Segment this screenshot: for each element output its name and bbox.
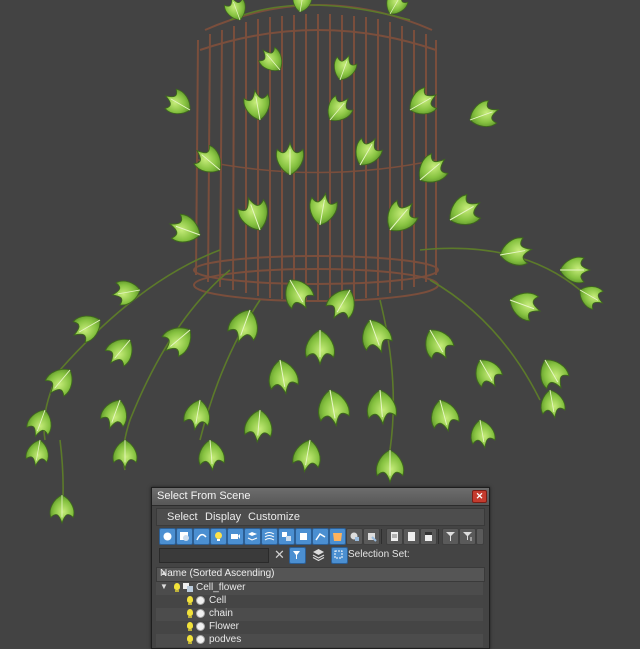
foliage [23, 0, 609, 524]
filter-icon[interactable] [442, 528, 459, 545]
tree-row-chain[interactable]: chain [156, 608, 483, 621]
object-icon [196, 609, 205, 618]
find-input[interactable] [159, 548, 269, 563]
clear-find-icon[interactable]: ✕ [274, 547, 285, 563]
dialog-title: Select From Scene [157, 490, 251, 502]
display-shapes-icon[interactable] [193, 528, 210, 545]
select-all-icon[interactable] [386, 528, 403, 545]
tree-row-label: Cell [209, 595, 227, 606]
tree-row-label: Flower [209, 621, 240, 632]
menu-customize[interactable]: Customize [248, 511, 300, 523]
object-icon [196, 596, 205, 605]
hierarchy-icon[interactable] [459, 528, 476, 545]
display-geometry-icon[interactable] [176, 528, 193, 545]
display-hidden-icon[interactable] [363, 528, 380, 545]
tree-row-cell-flower[interactable]: ▼ Cell_flower [156, 582, 483, 595]
name-column-header[interactable]: Name (Sorted Ascending) ▲ [156, 567, 485, 582]
close-button[interactable]: ✕ [472, 490, 487, 503]
tree-row-label: chain [209, 608, 233, 619]
menu-display[interactable]: Display [205, 511, 241, 523]
tree-row-label: Cell_flower [196, 582, 246, 593]
tree-row-cell[interactable]: Cell [156, 595, 483, 608]
display-cameras-icon[interactable] [227, 528, 244, 545]
select-none-icon[interactable] [403, 528, 420, 545]
display-toolbar [156, 526, 484, 548]
light-bulb-icon[interactable] [174, 583, 180, 592]
dialog-titlebar[interactable]: Select From Scene ✕ [152, 488, 489, 506]
vine-stems [43, 4, 581, 516]
selection-set-icon[interactable] [331, 547, 348, 564]
layers-icon[interactable] [311, 547, 326, 562]
collapse-icon[interactable]: ▼ [160, 582, 168, 591]
display-helpers-icon[interactable] [244, 528, 261, 545]
display-lights-icon[interactable] [210, 528, 227, 545]
light-bulb-icon[interactable] [187, 596, 193, 605]
selection-set-label: Selection Set: [348, 549, 410, 560]
object-icon [196, 622, 205, 631]
find-case-icon[interactable] [289, 547, 306, 564]
columns-icon[interactable] [476, 528, 484, 545]
display-spacewarps-icon[interactable] [261, 528, 278, 545]
display-groups-icon[interactable] [278, 528, 295, 545]
birdcage [193, 4, 439, 302]
light-bulb-icon[interactable] [187, 635, 193, 644]
menu-select[interactable]: Select [167, 511, 198, 523]
display-bones-icon[interactable] [312, 528, 329, 545]
group-icon [183, 583, 193, 592]
select-from-scene-dialog: Select From Scene ✕ Select Display Custo… [151, 487, 490, 649]
display-frozen-icon[interactable] [346, 528, 363, 545]
light-bulb-icon[interactable] [187, 622, 193, 631]
light-bulb-icon[interactable] [187, 609, 193, 618]
select-invert-icon[interactable] [420, 528, 437, 545]
scene-tree: ▼ Cell_flower Cell chain Flower podves [156, 582, 483, 648]
display-xrefs-icon[interactable] [295, 528, 312, 545]
tree-row-podves[interactable]: podves [156, 634, 483, 647]
display-containers-icon[interactable] [329, 528, 346, 545]
menu-bar: Select Display Customize [156, 508, 485, 526]
tree-row-flower[interactable]: Flower [156, 621, 483, 634]
display-all-icon[interactable] [159, 528, 176, 545]
sort-ascending-icon[interactable]: ▲ [160, 568, 481, 577]
find-row: ✕ Selection Set: [156, 547, 483, 565]
